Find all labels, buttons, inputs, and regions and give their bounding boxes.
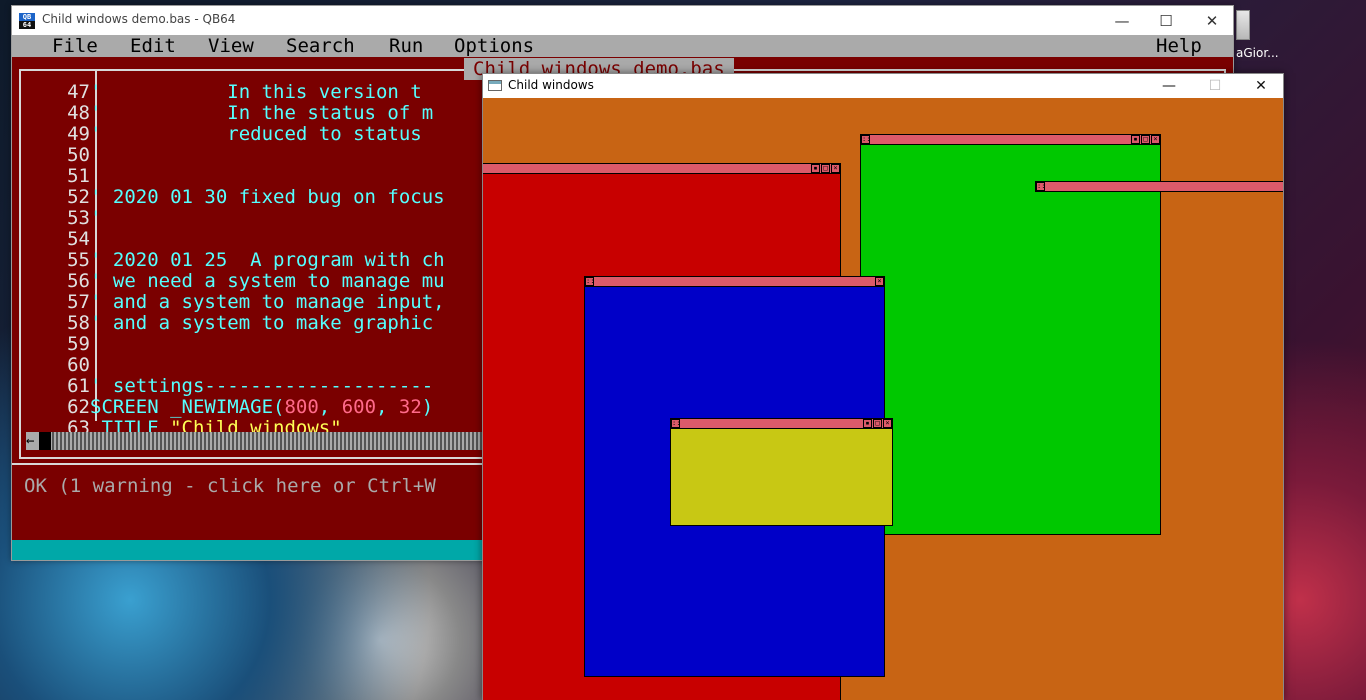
menu-file[interactable]: File bbox=[52, 35, 98, 57]
menu-bar: File Edit View Search Run Options Help bbox=[12, 35, 1233, 57]
child-app-titlebar[interactable]: Child windows — ☐ ✕ bbox=[483, 74, 1283, 98]
desktop-file-icon[interactable] bbox=[1236, 10, 1250, 40]
qb64-app-icon: QB 64 bbox=[19, 13, 35, 29]
close-icon: ✕ bbox=[1205, 11, 1219, 30]
child-maximize-icon[interactable]: □ bbox=[1141, 135, 1150, 144]
close-icon: ✕ bbox=[1255, 78, 1267, 94]
desktop-icon-label[interactable]: aGior... bbox=[1236, 46, 1279, 60]
minimize-icon: — bbox=[1114, 11, 1130, 30]
status-message[interactable]: OK (1 warning - click here or Ctrl+W bbox=[24, 475, 436, 497]
child-minimize-icon[interactable]: ▪ bbox=[1131, 135, 1140, 144]
window-title: Child windows demo.bas - QB64 bbox=[42, 12, 236, 26]
code-line[interactable]: 50 bbox=[28, 145, 90, 166]
maximize-icon: ☐ bbox=[1159, 11, 1173, 30]
code-line[interactable]: 49' reduced to status bbox=[28, 124, 422, 145]
app-window-icon bbox=[488, 80, 502, 91]
code-line[interactable]: 58' and a system to make graphic bbox=[28, 313, 433, 334]
code-line[interactable]: 48' In the status of m bbox=[28, 103, 433, 124]
qb64-titlebar[interactable]: QB 64 Child windows demo.bas - QB64 — ☐ … bbox=[12, 6, 1233, 35]
child-app-maximize-button[interactable]: ☐ bbox=[1192, 74, 1238, 98]
child-app-minimize-button[interactable]: — bbox=[1146, 74, 1192, 98]
child-window-titlebar[interactable]: :: ▪ □ × bbox=[671, 419, 892, 429]
code-line[interactable]: 61' settings-------------------- bbox=[28, 376, 433, 397]
code-line[interactable]: 52' 2020 01 30 fixed bug on focus bbox=[28, 187, 445, 208]
menu-search[interactable]: Search bbox=[286, 35, 355, 57]
code-line[interactable]: 53' bbox=[28, 208, 101, 229]
child-app-title: Child windows bbox=[508, 78, 594, 92]
code-line[interactable]: 60 bbox=[28, 355, 90, 376]
horizontal-scrollbar[interactable]: ← bbox=[26, 432, 486, 450]
code-line[interactable]: 59 bbox=[28, 334, 90, 355]
code-line[interactable]: 57' and a system to manage input, bbox=[28, 292, 445, 313]
child-maximize-icon[interactable]: □ bbox=[873, 419, 882, 428]
maximize-icon: ☐ bbox=[1208, 78, 1222, 94]
child-window-titlebar[interactable]: :: ▪ □ × bbox=[861, 135, 1160, 145]
child-windows-app: Child windows — ☐ ✕ ▪ □ × :: ▪ □ ×::::… bbox=[482, 73, 1284, 700]
child-close-icon[interactable]: × bbox=[883, 419, 892, 428]
minimize-button[interactable]: — bbox=[1099, 6, 1145, 35]
child-minimize-icon[interactable]: ▪ bbox=[863, 419, 872, 428]
child-maximize-icon[interactable]: □ bbox=[821, 164, 830, 173]
child-menu-icon[interactable]: :: bbox=[585, 277, 594, 286]
menu-options[interactable]: Options bbox=[454, 35, 534, 57]
code-line[interactable]: 56' we need a system to manage mu bbox=[28, 271, 445, 292]
child-close-icon[interactable]: × bbox=[831, 164, 840, 173]
child-menu-icon[interactable]: :: bbox=[861, 135, 870, 144]
minimize-icon: — bbox=[1162, 78, 1176, 94]
code-line[interactable]: 54 bbox=[28, 229, 90, 250]
child-window-minimized[interactable]: :: bbox=[1035, 181, 1283, 192]
maximize-button[interactable]: ☐ bbox=[1143, 6, 1189, 35]
code-line[interactable]: 51 bbox=[28, 166, 90, 187]
child-app-canvas[interactable]: ▪ □ × :: ▪ □ × :: :: ×:: ▪ □ × bbox=[483, 98, 1283, 700]
child-minimize-icon[interactable]: ▪ bbox=[811, 164, 820, 173]
menu-view[interactable]: View bbox=[208, 35, 254, 57]
child-menu-icon[interactable]: :: bbox=[671, 419, 680, 428]
child-window-titlebar[interactable]: :: × bbox=[585, 277, 884, 287]
child-app-close-button[interactable]: ✕ bbox=[1238, 74, 1284, 98]
scroll-left-arrow-icon[interactable]: ← bbox=[26, 432, 38, 450]
menu-run[interactable]: Run bbox=[389, 35, 423, 57]
close-button[interactable]: ✕ bbox=[1189, 6, 1235, 35]
child-close-icon[interactable]: × bbox=[875, 277, 884, 286]
child-close-icon[interactable]: × bbox=[1151, 135, 1160, 144]
code-line[interactable]: 55' 2020 01 25 A program with ch bbox=[28, 250, 445, 271]
code-line[interactable]: 47' In this version t bbox=[28, 82, 422, 103]
code-line[interactable]: 62SCREEN _NEWIMAGE(800, 600, 32) bbox=[28, 397, 433, 418]
menu-help[interactable]: Help bbox=[1156, 35, 1202, 57]
scrollbar-thumb[interactable] bbox=[39, 432, 51, 450]
menu-edit[interactable]: Edit bbox=[130, 35, 176, 57]
child-menu-icon[interactable]: :: bbox=[1036, 182, 1045, 191]
child-window-green[interactable]: :: ▪ □ × bbox=[860, 134, 1161, 535]
child-window-titlebar[interactable]: ▪ □ × bbox=[483, 164, 840, 174]
child-window-yellow[interactable]: :: ▪ □ × bbox=[670, 418, 893, 526]
